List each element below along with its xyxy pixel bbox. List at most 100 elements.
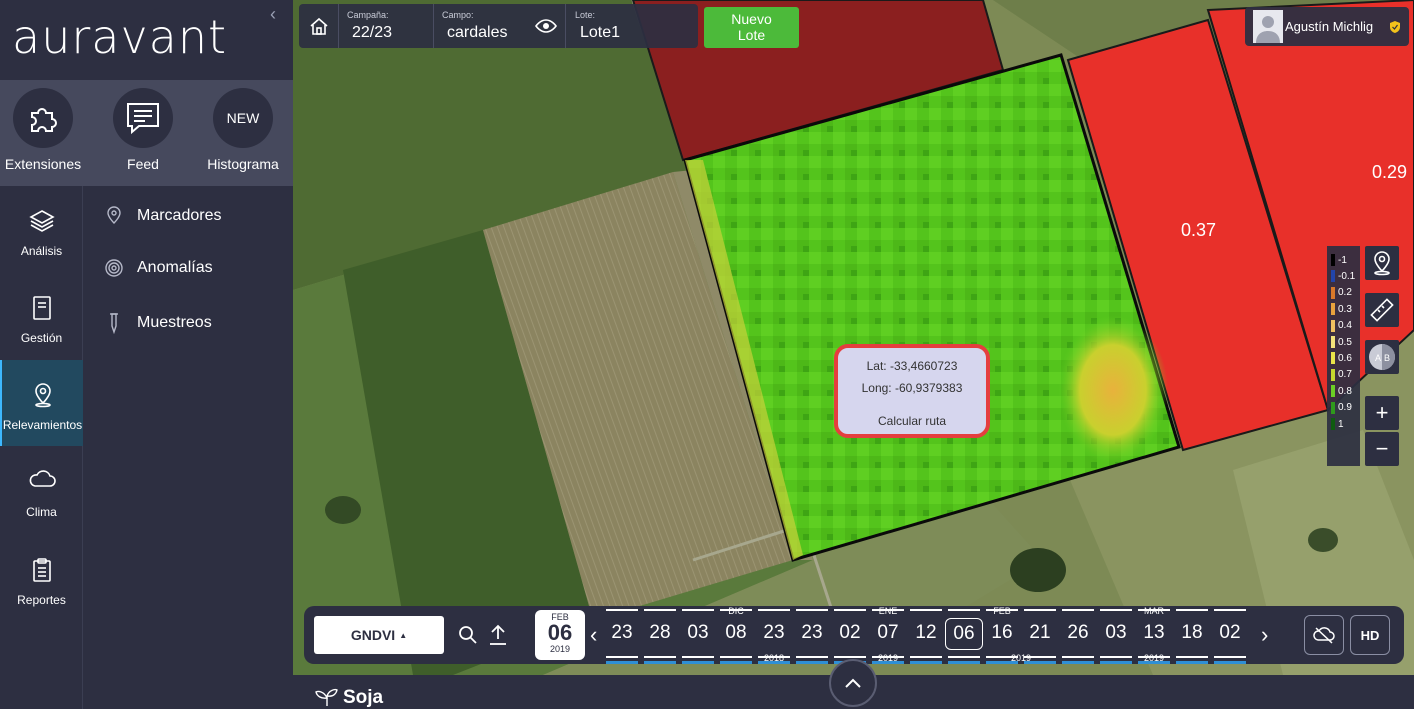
timeline-segment xyxy=(1062,656,1094,658)
cloud-icon xyxy=(29,470,56,487)
cloud-filter-button[interactable] xyxy=(1304,615,1344,655)
upload-icon[interactable] xyxy=(488,624,508,646)
layers-icon xyxy=(28,210,55,232)
timeline-segment xyxy=(910,656,942,658)
legend-swatch xyxy=(1331,352,1335,365)
lot-value: Lote1 xyxy=(580,24,621,41)
nav-label-gestion: Gestión xyxy=(20,331,63,345)
submenu-label-muestreos: Muestreos xyxy=(137,314,212,331)
timeline-date[interactable]: 13 xyxy=(1135,622,1173,644)
timeline-segment xyxy=(1100,609,1132,611)
quick-actions: Extensiones Feed NEW Histograma xyxy=(0,80,293,186)
field-value: cardales xyxy=(447,24,508,41)
timeline-availability xyxy=(1100,661,1132,664)
timeline-date[interactable]: 21 xyxy=(1021,622,1059,644)
current-date-card: FEB 06 2019 xyxy=(535,610,585,660)
collapse-sidebar-icon[interactable]: ‹ xyxy=(270,4,276,25)
submenu-label-anomalias: Anomalías xyxy=(137,259,213,276)
timeline-date[interactable]: 23 xyxy=(755,622,793,644)
home-icon xyxy=(309,17,328,35)
timeline-date[interactable]: 03 xyxy=(679,622,717,644)
anomaly-icon xyxy=(105,259,123,277)
divider xyxy=(565,4,566,48)
legend-entry: 1 xyxy=(1331,417,1344,431)
timeline-date[interactable]: 02 xyxy=(1211,622,1249,644)
legend-entry: 0.8 xyxy=(1331,384,1352,398)
timeline-segment xyxy=(1176,656,1208,658)
timeline-date[interactable]: 28 xyxy=(641,622,679,644)
legend-entry: 0.9 xyxy=(1331,401,1352,415)
timeline-date[interactable]: 07 xyxy=(869,622,907,644)
nav-label-clima: Clima xyxy=(26,505,57,519)
histogram-button[interactable]: NEW Histograma xyxy=(198,88,288,172)
timeline-month: DIC xyxy=(728,606,744,616)
submenu-item-muestreos[interactable]: Muestreos xyxy=(104,308,212,338)
timeline-date[interactable]: 08 xyxy=(717,622,755,644)
cloud-off-icon xyxy=(1313,627,1335,644)
timeline-prev-button[interactable]: ‹ xyxy=(590,622,597,648)
visibility-toggle[interactable] xyxy=(535,17,557,40)
home-button[interactable] xyxy=(299,4,339,48)
zoom-in-button[interactable]: + xyxy=(1365,396,1399,430)
search-icon[interactable] xyxy=(458,625,478,645)
legend-swatch xyxy=(1331,303,1335,316)
timeline-date[interactable]: 18 xyxy=(1173,622,1211,644)
submenu-item-marcadores[interactable]: Marcadores xyxy=(104,201,221,231)
timeline-availability xyxy=(910,661,942,664)
timeline-segment xyxy=(1176,609,1208,611)
calculate-route-link[interactable]: Calcular ruta xyxy=(838,414,986,428)
svg-text:B: B xyxy=(1384,353,1390,363)
legend-entry: 0.7 xyxy=(1331,368,1352,382)
compare-tool-button[interactable]: A B xyxy=(1365,340,1399,374)
timeline-date[interactable]: 12 xyxy=(907,622,945,644)
submenu-item-anomalias[interactable]: Anomalías xyxy=(104,253,213,283)
marker-icon xyxy=(107,206,121,224)
hd-button[interactable]: HD xyxy=(1350,615,1390,655)
new-lot-button[interactable]: Nuevo Lote xyxy=(704,7,799,48)
timeline-year: 2018 xyxy=(763,653,785,663)
legend-swatch xyxy=(1331,401,1335,414)
timeline-date[interactable]: 26 xyxy=(1059,622,1097,644)
nav-item-reportes[interactable]: Reportes xyxy=(0,535,83,621)
timeline-month: MAR xyxy=(1144,606,1164,616)
latitude-text: Lat: -33,4660723 xyxy=(866,359,958,373)
seedling-icon xyxy=(315,688,338,706)
timeline-next-button[interactable]: › xyxy=(1261,622,1268,648)
nav-item-relevamientos[interactable]: Relevamientos xyxy=(0,360,83,446)
timeline-month: ENE xyxy=(878,606,898,616)
timeline-date[interactable]: 02 xyxy=(831,622,869,644)
legend-label: -1 xyxy=(1338,254,1347,266)
clipboard-icon xyxy=(32,558,51,582)
extensions-button[interactable]: Extensiones xyxy=(0,88,88,172)
timeline-date[interactable]: 06 xyxy=(945,618,983,650)
timeline-segment xyxy=(682,656,714,658)
timeline-date[interactable]: 23 xyxy=(793,622,831,644)
timeline-segment xyxy=(644,609,676,611)
legend-label: 0.9 xyxy=(1338,402,1352,414)
longitude-text: Long: -60,9379383 xyxy=(861,381,963,395)
timeline-availability xyxy=(1214,661,1246,664)
campaign-selector[interactable]: Campaña: 22/23 xyxy=(347,4,431,48)
user-menu[interactable]: Agustín Michlig xyxy=(1245,7,1409,46)
location-tool-button[interactable] xyxy=(1365,246,1399,280)
legend-label: -0.1 xyxy=(1338,270,1356,282)
sample-icon xyxy=(110,313,118,334)
timeline-segment xyxy=(606,609,638,611)
legend-entry: 0.6 xyxy=(1331,351,1352,365)
lot-selector[interactable]: Lote: Lote1 xyxy=(575,4,695,48)
zoom-out-button[interactable]: − xyxy=(1365,432,1399,466)
expand-panel-button[interactable] xyxy=(829,659,877,707)
timeline-date[interactable]: 03 xyxy=(1097,622,1135,644)
crop-bar: Soja xyxy=(293,659,1414,709)
timeline-date[interactable]: 23 xyxy=(603,622,641,644)
measure-tool-button[interactable] xyxy=(1365,293,1399,327)
map-view[interactable]: Campaña: 22/23 Campo: cardales Lote: Lot… xyxy=(293,0,1414,675)
legend-label: 0.2 xyxy=(1338,287,1352,299)
feed-button[interactable]: Feed xyxy=(98,88,188,172)
field-caption: Campo: xyxy=(442,10,474,20)
timeline-date[interactable]: 16 xyxy=(983,622,1021,644)
index-selector[interactable]: GNDVI ▲ xyxy=(314,616,444,654)
nav-item-analisis[interactable]: Análisis xyxy=(0,186,83,272)
nav-item-gestion[interactable]: Gestión xyxy=(0,273,83,359)
nav-item-clima[interactable]: Clima xyxy=(0,447,83,533)
